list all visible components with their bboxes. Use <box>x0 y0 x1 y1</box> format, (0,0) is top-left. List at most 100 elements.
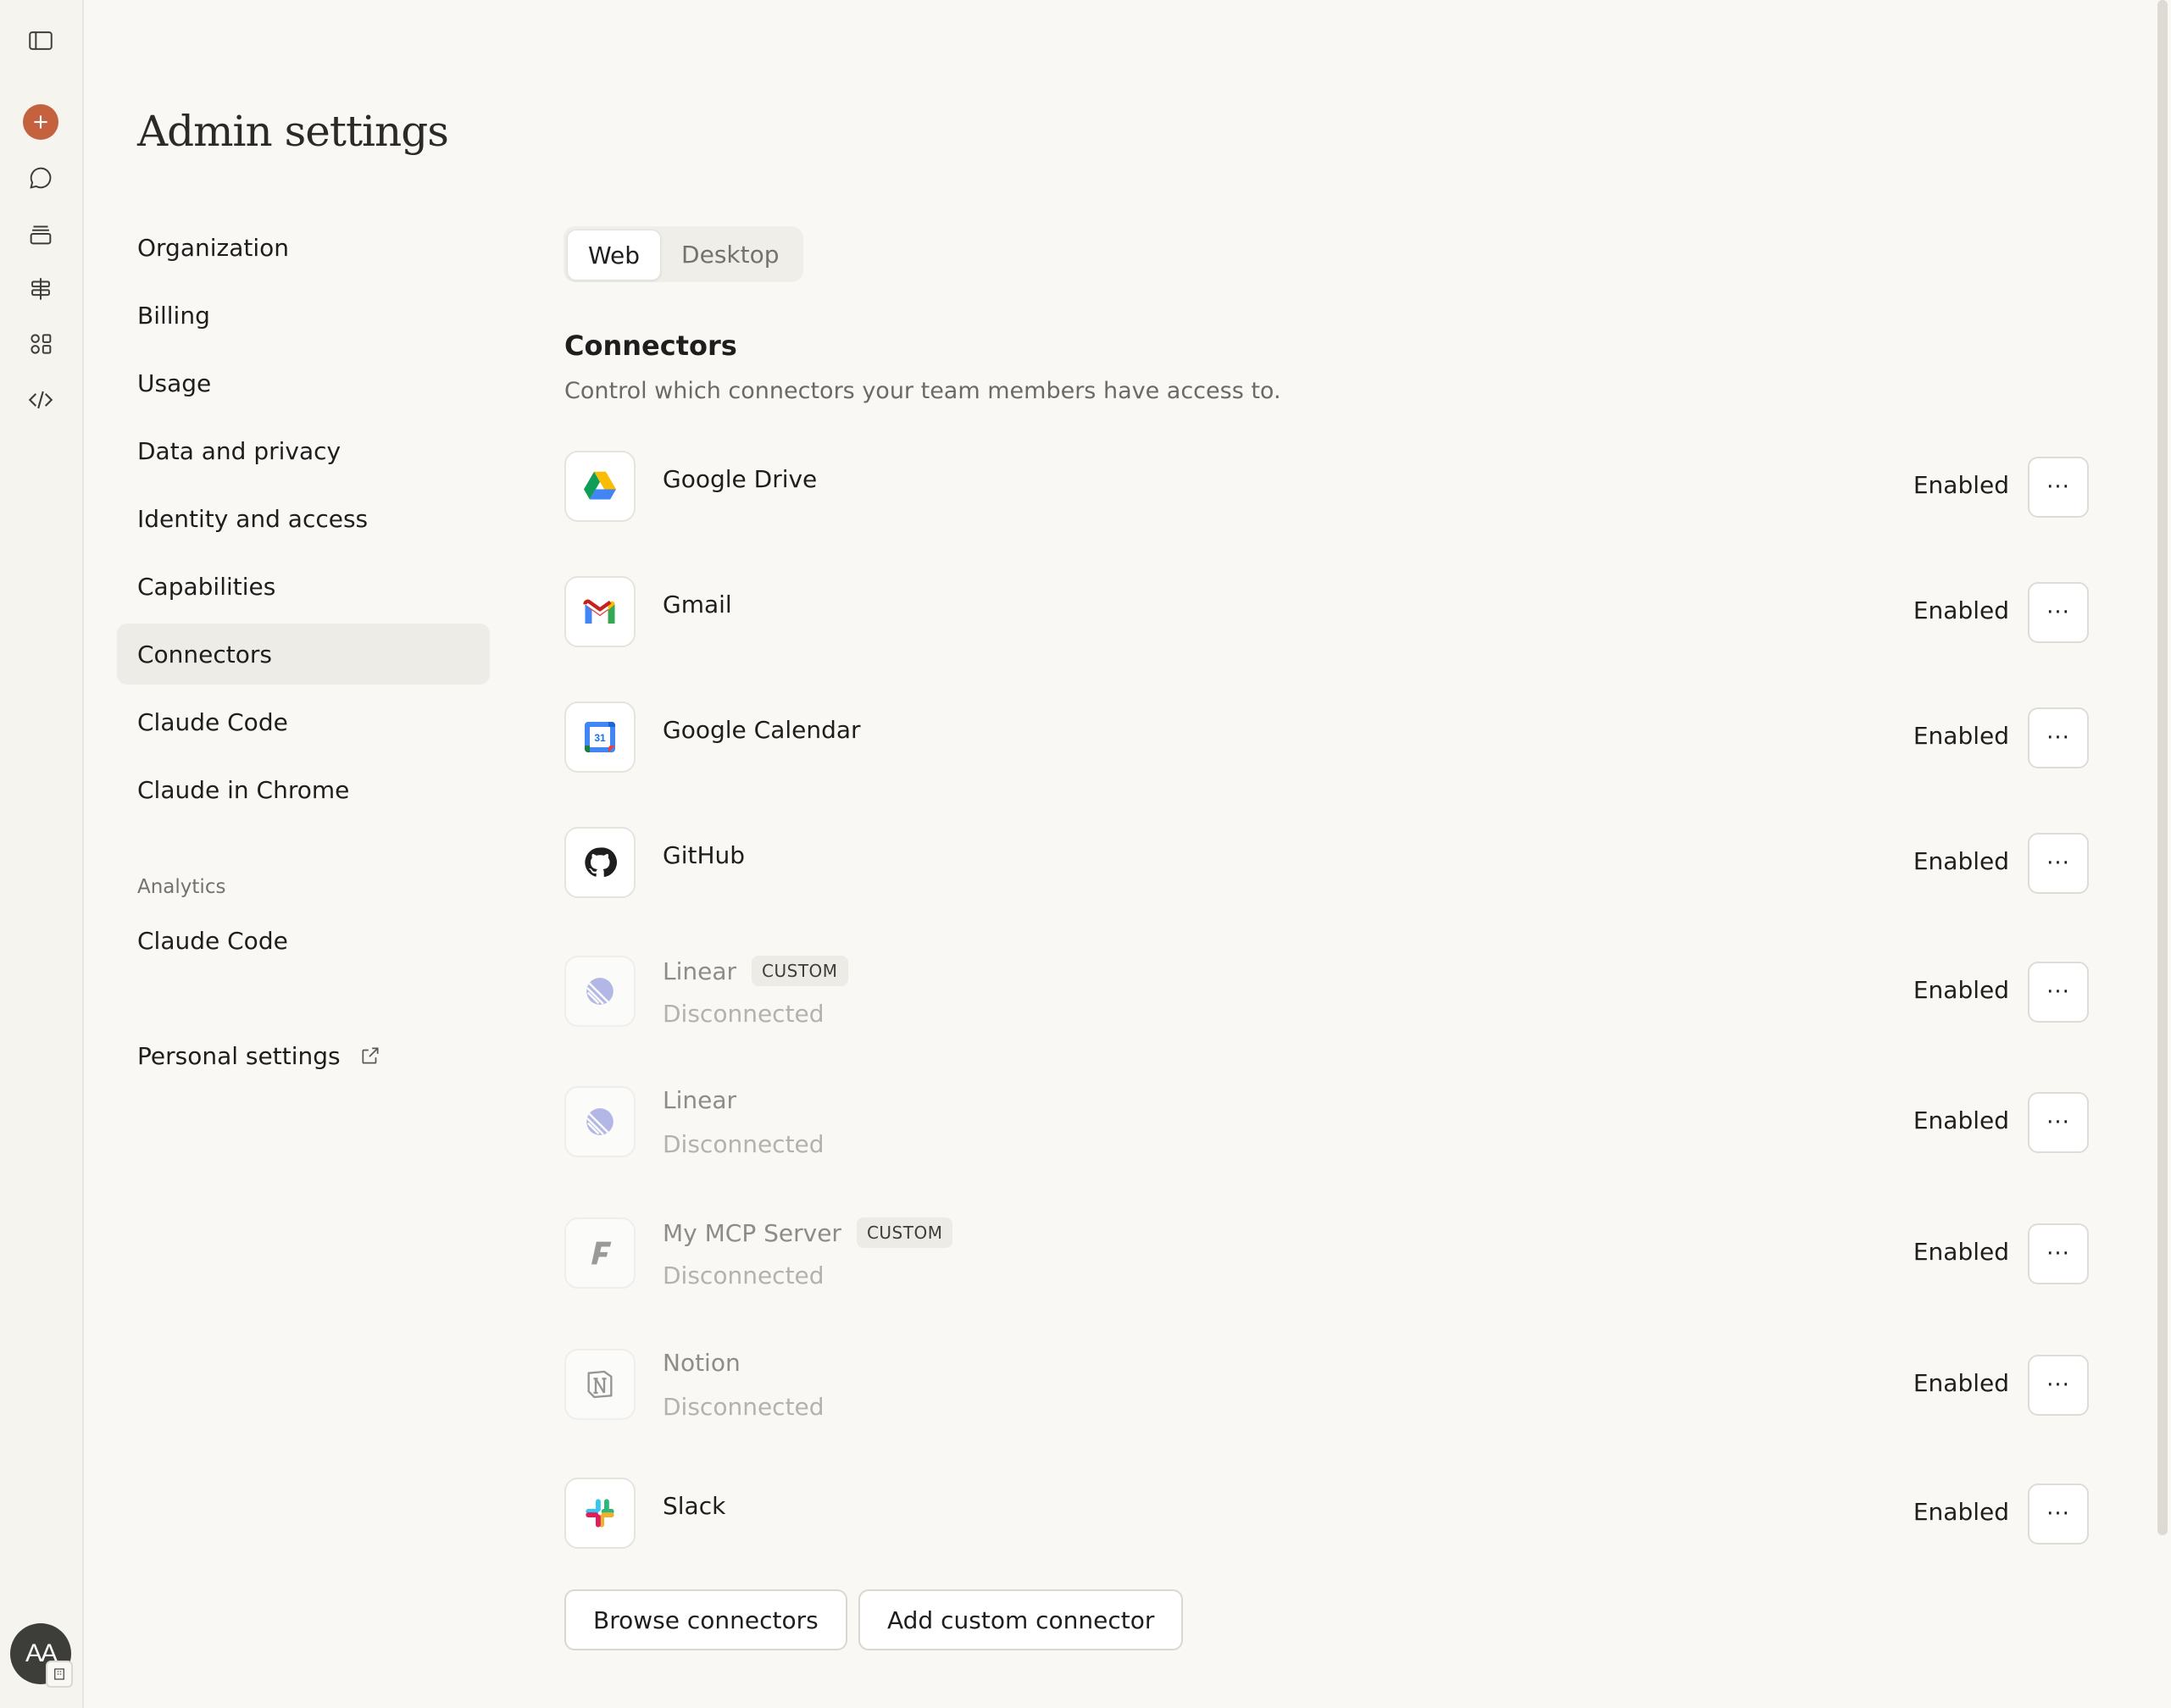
nav-item-connectors[interactable]: Connectors <box>117 624 490 685</box>
connector-name-text: Linear <box>663 1086 737 1114</box>
new-chat-button[interactable] <box>23 104 58 140</box>
projects-icon[interactable] <box>19 213 62 255</box>
connector-row-notion: Notion Disconnected Enabled ··· <box>564 1349 2090 1425</box>
ellipsis-icon: ··· <box>2046 1501 2070 1527</box>
connector-row-github: GitHub Enabled ··· <box>564 827 2090 903</box>
page-title: Admin settings <box>137 107 449 156</box>
nav-heading-analytics: Analytics <box>137 876 226 898</box>
more-options-button[interactable]: ··· <box>2028 1355 2089 1416</box>
connector-row-gmail: Gmail Enabled ··· <box>564 576 2090 652</box>
connector-row-linear: Linear Disconnected Enabled ··· <box>564 1086 2090 1162</box>
nav-item-identity-and-access[interactable]: Identity and access <box>117 488 490 549</box>
nav-item-label: Identity and access <box>137 504 369 533</box>
browse-connectors-button[interactable]: Browse connectors <box>564 1589 847 1650</box>
linear-icon <box>564 1086 636 1157</box>
shapes-icon[interactable] <box>19 323 62 365</box>
nav-item-billing[interactable]: Billing <box>117 285 490 346</box>
ellipsis-icon: ··· <box>2046 1241 2070 1267</box>
connector-name: Slack <box>663 1492 725 1520</box>
connector-row-linear-custom: Linear CUSTOM Disconnected Enabled ··· <box>564 956 2090 1032</box>
connector-name: Google Calendar <box>663 716 861 744</box>
tab-desktop[interactable]: Desktop <box>661 230 799 279</box>
connector-name: Linear <box>663 1086 736 1114</box>
tab-web[interactable]: Web <box>567 230 662 280</box>
nav-item-label: Connectors <box>137 640 273 668</box>
nav-item-usage[interactable]: Usage <box>117 352 490 413</box>
chat-bubble-icon[interactable] <box>19 157 62 199</box>
nav-item-personal-settings[interactable]: Personal settings <box>117 1025 490 1086</box>
more-options-button[interactable]: ··· <box>2028 1092 2089 1153</box>
sidebar-toggle-icon[interactable] <box>19 19 62 62</box>
connector-name-text: Google Drive <box>663 465 818 493</box>
connector-name: Google Drive <box>663 465 817 493</box>
more-options-button[interactable]: ··· <box>2028 707 2089 768</box>
nav-item-label: Capabilities <box>137 572 276 601</box>
signpost-icon[interactable] <box>19 268 62 310</box>
nav-item-claude-code[interactable]: Claude Code <box>117 691 490 752</box>
more-options-button[interactable]: ··· <box>2028 582 2089 643</box>
connector-name-text: Google Calendar <box>663 716 861 744</box>
nav-item-label: Claude Code <box>137 707 288 736</box>
connector-enabled-status: Enabled <box>1913 976 2009 1004</box>
code-icon[interactable] <box>19 379 62 421</box>
nav-item-capabilities[interactable]: Capabilities <box>117 556 490 617</box>
nav-item-label: Data and privacy <box>137 436 341 465</box>
ellipsis-icon: ··· <box>2046 474 2070 500</box>
custom-badge: CUSTOM <box>752 956 848 986</box>
add-custom-connector-button[interactable]: Add custom connector <box>858 1589 1184 1650</box>
section-title: Connectors <box>564 330 737 362</box>
organization-icon <box>46 1661 73 1688</box>
plus-icon <box>34 115 47 129</box>
connector-row-google-drive: Google Drive Enabled ··· <box>564 451 2090 527</box>
connector-name-text: GitHub <box>663 841 746 869</box>
custom-badge: CUSTOM <box>856 1217 953 1248</box>
connector-row-my-mcp-server: My MCP Server CUSTOM Disconnected Enable… <box>564 1217 2090 1294</box>
connector-name: Notion <box>663 1349 741 1377</box>
gmail-icon <box>564 576 636 647</box>
ellipsis-icon: ··· <box>2046 725 2070 751</box>
connector-connection-status: Disconnected <box>663 1262 825 1289</box>
scrollbar[interactable] <box>2157 0 2168 1535</box>
nav-item-analytics-claude-code[interactable]: Claude Code <box>117 910 490 971</box>
connector-connection-status: Disconnected <box>663 1130 825 1158</box>
ellipsis-icon: ··· <box>2046 851 2070 876</box>
connector-row-google-calendar: 31 Google Calendar Enabled ··· <box>564 702 2090 778</box>
platform-tabs: Web Desktop <box>564 226 803 282</box>
nav-item-label: Billing <box>137 301 210 330</box>
ellipsis-icon: ··· <box>2046 1372 2070 1398</box>
nav-item-label: Organization <box>137 233 290 262</box>
connector-enabled-status: Enabled <box>1913 1106 2009 1134</box>
nav-item-label: Claude in Chrome <box>137 775 350 804</box>
more-options-button[interactable]: ··· <box>2028 457 2089 518</box>
connector-enabled-status: Enabled <box>1913 1238 2009 1266</box>
more-options-button[interactable]: ··· <box>2028 1223 2089 1284</box>
connector-enabled-status: Enabled <box>1913 1498 2009 1526</box>
linear-icon <box>564 956 636 1027</box>
notion-icon <box>564 1349 636 1420</box>
google-drive-icon <box>564 451 636 522</box>
nav-item-label: Claude Code <box>137 926 288 955</box>
connector-enabled-status: Enabled <box>1913 847 2009 875</box>
connector-connection-status: Disconnected <box>663 1393 825 1421</box>
nav-item-claude-in-chrome[interactable]: Claude in Chrome <box>117 759 490 820</box>
connector-name-text: My MCP Server <box>663 1218 841 1247</box>
nav-item-label: Usage <box>137 369 212 397</box>
connector-row-slack: Slack Enabled ··· <box>564 1478 2090 1554</box>
connector-connection-status: Disconnected <box>663 1000 825 1028</box>
connector-enabled-status: Enabled <box>1913 1369 2009 1397</box>
ellipsis-icon: ··· <box>2046 600 2070 625</box>
connector-name-text: Linear <box>663 957 737 985</box>
nav-item-organization[interactable]: Organization <box>117 217 490 278</box>
connector-name: Gmail <box>663 591 732 618</box>
connector-enabled-status: Enabled <box>1913 596 2009 624</box>
connector-enabled-status: Enabled <box>1913 471 2009 499</box>
nav-item-data-and-privacy[interactable]: Data and privacy <box>117 420 490 481</box>
more-options-button[interactable]: ··· <box>2028 962 2089 1023</box>
icon-rail: AA <box>0 0 84 1708</box>
connector-name-text: Notion <box>663 1349 741 1377</box>
more-options-button[interactable]: ··· <box>2028 833 2089 894</box>
more-options-button[interactable]: ··· <box>2028 1483 2089 1544</box>
nav-item-label: Personal settings <box>137 1041 341 1070</box>
section-subtitle: Control which connectors your team membe… <box>564 378 1281 404</box>
slack-icon <box>564 1478 636 1549</box>
